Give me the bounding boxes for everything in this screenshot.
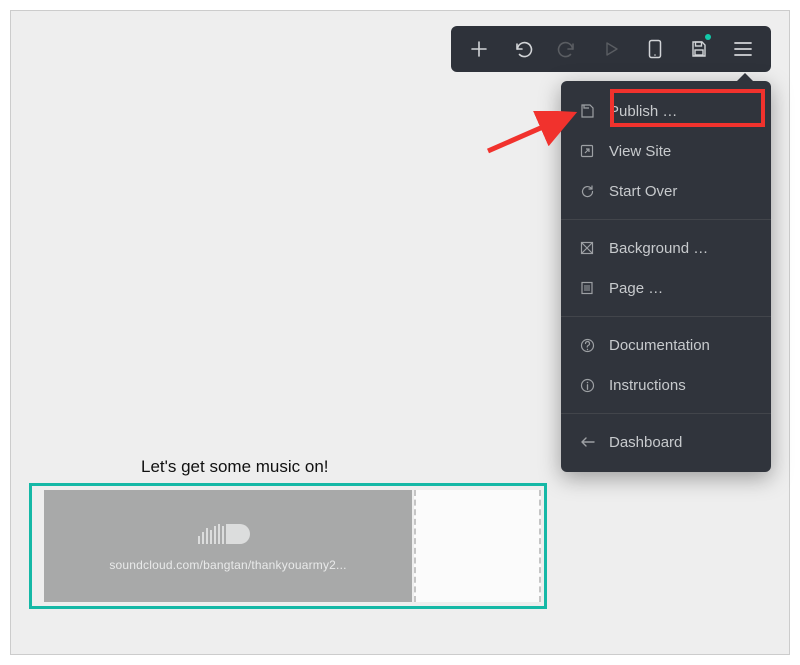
- save-icon: [579, 103, 595, 119]
- editor-canvas: Publish … View Site Start Over Backgroun…: [10, 10, 790, 655]
- toolbar: [451, 26, 771, 72]
- image-icon: [579, 240, 595, 256]
- add-button[interactable]: [457, 26, 501, 72]
- menu-item-label: View Site: [609, 143, 671, 160]
- menu-item-dashboard[interactable]: Dashboard: [561, 422, 771, 462]
- menu-button[interactable]: [721, 26, 765, 72]
- menu-item-label: Dashboard: [609, 434, 682, 451]
- soundcloud-embed-block[interactable]: soundcloud.com/bangtan/thankyouarmy2...: [29, 483, 547, 609]
- menu-separator: [561, 413, 771, 414]
- unsaved-indicator: [705, 34, 711, 40]
- menu-item-view-site[interactable]: View Site: [561, 131, 771, 171]
- soundcloud-icon: [198, 520, 258, 548]
- play-button[interactable]: [589, 26, 633, 72]
- menu-item-label: Start Over: [609, 183, 677, 200]
- device-button[interactable]: [633, 26, 677, 72]
- menu-item-label: Documentation: [609, 337, 710, 354]
- menu-separator: [561, 219, 771, 220]
- back-arrow-icon: [579, 434, 595, 450]
- info-icon: [579, 377, 595, 393]
- menu-item-label: Publish …: [609, 103, 677, 120]
- menu-item-documentation[interactable]: Documentation: [561, 325, 771, 365]
- main-menu-dropdown: Publish … View Site Start Over Backgroun…: [561, 81, 771, 472]
- redo-button[interactable]: [545, 26, 589, 72]
- menu-item-page[interactable]: Page …: [561, 268, 771, 308]
- menu-item-background[interactable]: Background …: [561, 228, 771, 268]
- embed-url-text: soundcloud.com/bangtan/thankyouarmy2...: [109, 558, 346, 572]
- menu-item-label: Instructions: [609, 377, 686, 394]
- page-icon: [579, 280, 595, 296]
- menu-item-instructions[interactable]: Instructions: [561, 365, 771, 405]
- menu-separator: [561, 316, 771, 317]
- menu-item-publish[interactable]: Publish …: [561, 91, 771, 131]
- help-icon: [579, 337, 595, 353]
- external-link-icon: [579, 143, 595, 159]
- refresh-icon: [579, 183, 595, 199]
- menu-item-label: Background …: [609, 240, 708, 257]
- page-heading[interactable]: Let's get some music on!: [141, 457, 329, 477]
- undo-button[interactable]: [501, 26, 545, 72]
- embed-empty-area: [414, 490, 541, 602]
- save-button[interactable]: [677, 26, 721, 72]
- menu-item-label: Page …: [609, 280, 663, 297]
- menu-item-start-over[interactable]: Start Over: [561, 171, 771, 211]
- soundcloud-embed-preview: soundcloud.com/bangtan/thankyouarmy2...: [44, 490, 412, 602]
